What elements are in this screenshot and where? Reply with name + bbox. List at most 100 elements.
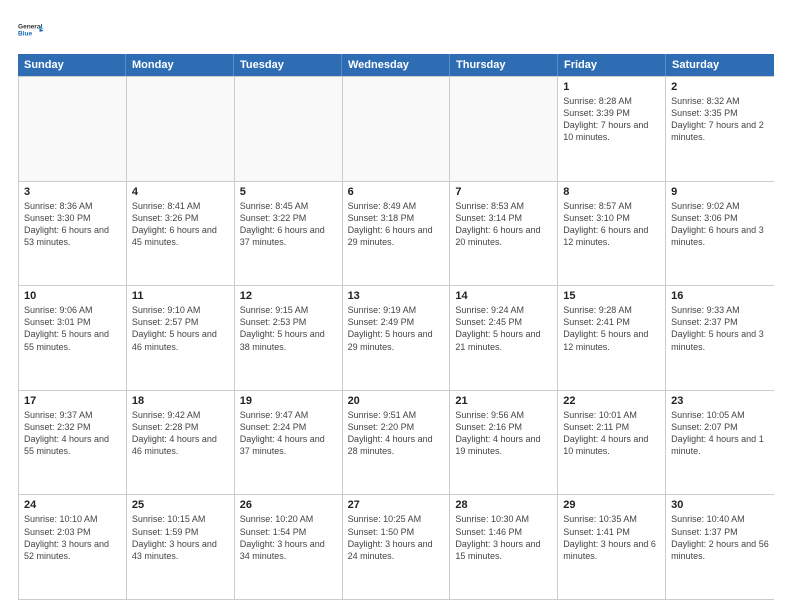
day-number: 8: [563, 186, 660, 198]
calendar-row-4: 17Sunrise: 9:37 AM Sunset: 2:32 PM Dayli…: [19, 390, 774, 495]
day-info: Sunrise: 10:05 AM Sunset: 2:07 PM Daylig…: [671, 409, 769, 458]
empty-cell: [450, 77, 558, 181]
day-number: 30: [671, 499, 769, 511]
calendar: SundayMondayTuesdayWednesdayThursdayFrid…: [18, 54, 774, 600]
day-info: Sunrise: 8:53 AM Sunset: 3:14 PM Dayligh…: [455, 200, 552, 249]
day-number: 19: [240, 395, 337, 407]
svg-text:General: General: [18, 24, 42, 31]
day-number: 18: [132, 395, 229, 407]
day-number: 21: [455, 395, 552, 407]
weekday-header-saturday: Saturday: [666, 54, 774, 76]
day-info: Sunrise: 9:47 AM Sunset: 2:24 PM Dayligh…: [240, 409, 337, 458]
calendar-row-3: 10 Sunrise: 9:06 AM Sunset: 3:01 PM Dayli…: [19, 285, 774, 390]
day-info: Sunrise: 9:15 AM Sunset: 2:53 PM Dayligh…: [240, 304, 337, 353]
day-number: 22: [563, 395, 660, 407]
day-cell-1: 1 Sunrise: 8:28 AM Sunset: 3:39 PM Daylig…: [558, 77, 666, 181]
day-info: Sunrise: 9:42 AM Sunset: 2:28 PM Dayligh…: [132, 409, 229, 458]
day-cell-3: 3Sunrise: 8:36 AM Sunset: 3:30 PM Daylig…: [19, 182, 127, 286]
day-info: Sunrise: 8:36 AM Sunset: 3:30 PM Dayligh…: [24, 200, 121, 249]
day-number: 16: [671, 290, 769, 302]
day-number: 11: [132, 290, 229, 302]
weekday-header-tuesday: Tuesday: [234, 54, 342, 76]
day-number: 7: [455, 186, 552, 198]
calendar-row-2: 3Sunrise: 8:36 AM Sunset: 3:30 PM Daylig…: [19, 181, 774, 286]
day-cell-2: 2 Sunrise: 8:32 AM Sunset: 3:35 PM Daylig…: [666, 77, 774, 181]
day-cell-23: 23 Sunrise: 10:05 AM Sunset: 2:07 PM Dayl…: [666, 391, 774, 495]
day-cell-16: 16 Sunrise: 9:33 AM Sunset: 2:37 PM Dayli…: [666, 286, 774, 390]
day-cell-6: 6Sunrise: 8:49 AM Sunset: 3:18 PM Daylig…: [343, 182, 451, 286]
day-cell-27: 27 Sunrise: 10:25 AM Sunset: 1:50 PM Dayl…: [343, 495, 451, 599]
empty-cell: [343, 77, 451, 181]
day-cell-26: 26Sunrise: 10:20 AM Sunset: 1:54 PM Dayl…: [235, 495, 343, 599]
day-cell-19: 19 Sunrise: 9:47 AM Sunset: 2:24 PM Dayli…: [235, 391, 343, 495]
header: GeneralBlue: [18, 16, 774, 44]
day-number: 27: [348, 499, 445, 511]
day-cell-9: 9 Sunrise: 9:02 AM Sunset: 3:06 PM Daylig…: [666, 182, 774, 286]
day-cell-17: 17Sunrise: 9:37 AM Sunset: 2:32 PM Dayli…: [19, 391, 127, 495]
day-info: Sunrise: 9:02 AM Sunset: 3:06 PM Dayligh…: [671, 200, 769, 249]
day-info: Sunrise: 9:37 AM Sunset: 2:32 PM Dayligh…: [24, 409, 121, 458]
day-cell-4: 4Sunrise: 8:41 AM Sunset: 3:26 PM Daylig…: [127, 182, 235, 286]
day-cell-28: 28 Sunrise: 10:30 AM Sunset: 1:46 PM Dayl…: [450, 495, 558, 599]
day-cell-24: 24Sunrise: 10:10 AM Sunset: 2:03 PM Dayl…: [19, 495, 127, 599]
day-cell-25: 25 Sunrise: 10:15 AM Sunset: 1:59 PM Dayl…: [127, 495, 235, 599]
day-number: 6: [348, 186, 445, 198]
day-cell-10: 10 Sunrise: 9:06 AM Sunset: 3:01 PM Dayli…: [19, 286, 127, 390]
day-info: Sunrise: 10:35 AM Sunset: 1:41 PM Daylig…: [563, 513, 660, 562]
day-info: Sunrise: 8:28 AM Sunset: 3:39 PM Dayligh…: [563, 95, 660, 144]
svg-text:Blue: Blue: [18, 31, 32, 38]
day-info: Sunrise: 10:30 AM Sunset: 1:46 PM Daylig…: [455, 513, 552, 562]
day-cell-8: 8Sunrise: 8:57 AM Sunset: 3:10 PM Daylig…: [558, 182, 666, 286]
day-info: Sunrise: 8:32 AM Sunset: 3:35 PM Dayligh…: [671, 95, 769, 144]
day-number: 29: [563, 499, 660, 511]
weekday-header-sunday: Sunday: [18, 54, 126, 76]
day-number: 23: [671, 395, 769, 407]
day-cell-7: 7 Sunrise: 8:53 AM Sunset: 3:14 PM Daylig…: [450, 182, 558, 286]
day-cell-30: 30 Sunrise: 10:40 AM Sunset: 1:37 PM Dayl…: [666, 495, 774, 599]
calendar-body: 1 Sunrise: 8:28 AM Sunset: 3:39 PM Daylig…: [18, 76, 774, 600]
page: GeneralBlue SundayMondayTuesdayWednesday…: [0, 0, 792, 612]
day-cell-11: 11 Sunrise: 9:10 AM Sunset: 2:57 PM Dayli…: [127, 286, 235, 390]
day-cell-29: 29 Sunrise: 10:35 AM Sunset: 1:41 PM Dayl…: [558, 495, 666, 599]
day-number: 14: [455, 290, 552, 302]
day-number: 10: [24, 290, 121, 302]
day-number: 5: [240, 186, 337, 198]
day-info: Sunrise: 9:24 AM Sunset: 2:45 PM Dayligh…: [455, 304, 552, 353]
day-info: Sunrise: 10:25 AM Sunset: 1:50 PM Daylig…: [348, 513, 445, 562]
day-number: 2: [671, 81, 769, 93]
day-info: Sunrise: 10:15 AM Sunset: 1:59 PM Daylig…: [132, 513, 229, 562]
day-info: Sunrise: 9:19 AM Sunset: 2:49 PM Dayligh…: [348, 304, 445, 353]
day-info: Sunrise: 9:56 AM Sunset: 2:16 PM Dayligh…: [455, 409, 552, 458]
day-info: Sunrise: 9:06 AM Sunset: 3:01 PM Dayligh…: [24, 304, 121, 353]
day-info: Sunrise: 9:28 AM Sunset: 2:41 PM Dayligh…: [563, 304, 660, 353]
empty-cell: [235, 77, 343, 181]
day-cell-14: 14 Sunrise: 9:24 AM Sunset: 2:45 PM Dayli…: [450, 286, 558, 390]
day-number: 26: [240, 499, 337, 511]
day-cell-20: 20Sunrise: 9:51 AM Sunset: 2:20 PM Dayli…: [343, 391, 451, 495]
day-info: Sunrise: 9:33 AM Sunset: 2:37 PM Dayligh…: [671, 304, 769, 353]
day-number: 28: [455, 499, 552, 511]
day-cell-18: 18 Sunrise: 9:42 AM Sunset: 2:28 PM Dayli…: [127, 391, 235, 495]
weekday-header-thursday: Thursday: [450, 54, 558, 76]
day-cell-21: 21 Sunrise: 9:56 AM Sunset: 2:16 PM Dayli…: [450, 391, 558, 495]
day-number: 15: [563, 290, 660, 302]
day-info: Sunrise: 9:10 AM Sunset: 2:57 PM Dayligh…: [132, 304, 229, 353]
calendar-row-5: 24Sunrise: 10:10 AM Sunset: 2:03 PM Dayl…: [19, 494, 774, 599]
day-number: 13: [348, 290, 445, 302]
day-number: 24: [24, 499, 121, 511]
day-number: 12: [240, 290, 337, 302]
day-number: 1: [563, 81, 660, 93]
day-number: 25: [132, 499, 229, 511]
calendar-header: SundayMondayTuesdayWednesdayThursdayFrid…: [18, 54, 774, 76]
day-info: Sunrise: 8:41 AM Sunset: 3:26 PM Dayligh…: [132, 200, 229, 249]
day-info: Sunrise: 10:01 AM Sunset: 2:11 PM Daylig…: [563, 409, 660, 458]
day-number: 9: [671, 186, 769, 198]
logo-icon: GeneralBlue: [18, 16, 46, 44]
day-cell-13: 13 Sunrise: 9:19 AM Sunset: 2:49 PM Dayli…: [343, 286, 451, 390]
day-info: Sunrise: 10:40 AM Sunset: 1:37 PM Daylig…: [671, 513, 769, 562]
day-cell-5: 5Sunrise: 8:45 AM Sunset: 3:22 PM Daylig…: [235, 182, 343, 286]
weekday-header-wednesday: Wednesday: [342, 54, 450, 76]
day-cell-22: 22 Sunrise: 10:01 AM Sunset: 2:11 PM Dayl…: [558, 391, 666, 495]
empty-cell: [127, 77, 235, 181]
day-cell-12: 12 Sunrise: 9:15 AM Sunset: 2:53 PM Dayli…: [235, 286, 343, 390]
